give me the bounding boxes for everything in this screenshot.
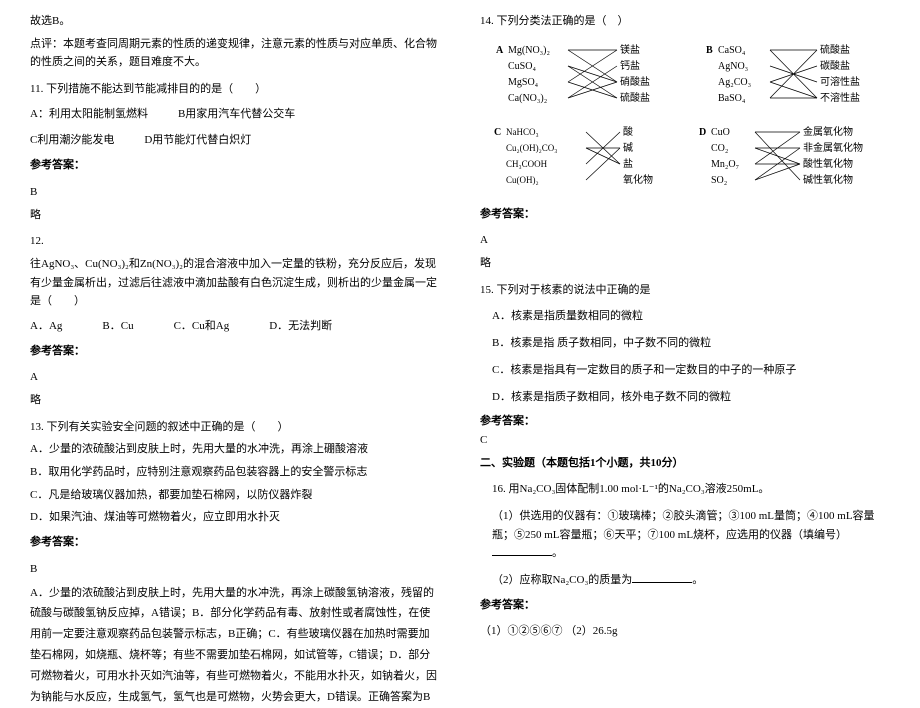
q16-p2-post: 。 bbox=[692, 574, 703, 586]
svg-text:BaSO₄: BaSO₄ bbox=[718, 93, 746, 104]
q12-answer-label: 参考答案： bbox=[30, 342, 440, 361]
svg-text:碱: 碱 bbox=[623, 142, 633, 154]
blank-field bbox=[632, 571, 692, 583]
svg-text:CaSO₄: CaSO₄ bbox=[718, 45, 746, 56]
svg-text:C: C bbox=[494, 127, 501, 138]
q14-note: 略 bbox=[480, 254, 890, 273]
svg-text:酸性氧化物: 酸性氧化物 bbox=[803, 157, 853, 170]
q11-stem: 11. 下列措施不能达到节能减排目的的是（ ） bbox=[30, 80, 440, 99]
svg-text:不溶性盐: 不溶性盐 bbox=[820, 91, 860, 104]
q15-opt-d: D．核素是指质子数相同，核外电子数不同的微粒 bbox=[480, 388, 890, 407]
conclusion-line: 故选B。 bbox=[30, 12, 440, 31]
svg-text:Mg(NO₃)₂: Mg(NO₃)₂ bbox=[508, 45, 550, 56]
q16-answer-label: 参考答案： bbox=[480, 596, 890, 615]
q15-answer: C bbox=[480, 431, 890, 450]
svg-text:Ca(NO₃)₂: Ca(NO₃)₂ bbox=[508, 93, 547, 104]
q16-p2: （2）应称取Na₂CO₃的质量为 。 bbox=[480, 571, 890, 590]
svg-text:D: D bbox=[699, 127, 706, 138]
q12-note: 略 bbox=[30, 391, 440, 410]
svg-text:碳酸盐: 碳酸盐 bbox=[820, 59, 850, 72]
svg-text:Cu₂(OH)₂CO₃: Cu₂(OH)₂CO₃ bbox=[506, 143, 557, 153]
q12-opt-b: B．Cu bbox=[102, 317, 133, 336]
q12-opt-a: A．Ag bbox=[30, 317, 62, 336]
svg-text:CO₂: CO₂ bbox=[711, 143, 728, 154]
svg-text:镁盐: 镁盐 bbox=[620, 43, 640, 56]
svg-text:CuO: CuO bbox=[711, 127, 730, 138]
q16-answer: （1）①②⑤⑥⑦ （2）26.5g bbox=[480, 622, 890, 641]
left-column: 故选B。 点评：本题考查同周期元素的性质的递变规律，注意元素的性质与对应单质、化… bbox=[0, 0, 460, 651]
diagram-a: A Mg(NO₃)₂ CuSO₄ MgSO₄ Ca(NO₃)₂ 镁盐 钙盐 硝酸… bbox=[490, 39, 670, 109]
svg-text:可溶性盐: 可溶性盐 bbox=[820, 75, 860, 88]
q14-stem: 14. 下列分类法正确的是（ ） bbox=[480, 12, 890, 31]
q12-stem: 往AgNO₃、Cu(NO₃)₂和Zn(NO₃)₂的混合溶液中加入一定量的铁粉，充… bbox=[30, 255, 440, 311]
q13-explanation: A．少量的浓硫酸沾到皮肤上时，先用大量的水冲洗，再涂上碳酸氢钠溶液，残留的硫酸与… bbox=[30, 583, 440, 708]
q16-p2-pre: （2）应称取Na₂CO₃的质量为 bbox=[492, 574, 632, 586]
q15-opt-c: C．核素是指具有一定数目的质子和一定数目的中子的一种原子 bbox=[480, 361, 890, 380]
review-line: 点评：本题考查同周期元素的性质的递变规律，注意元素的性质与对应单质、化合物的性质… bbox=[30, 35, 440, 72]
section-2-heading: 二、实验题（本题包括1个小题，共10分） bbox=[480, 454, 890, 473]
q12-opt-d: D．无法判断 bbox=[269, 317, 332, 336]
q13-answer: B bbox=[30, 560, 440, 579]
q11-opt-a: A：利用太阳能制氢燃料 bbox=[30, 105, 148, 124]
diagram-d: D CuO CO₂ Mn₂O₇ SO₂ 金属氧化物 非金属氧化物 酸性氧化物 碱… bbox=[693, 121, 883, 191]
q16-stem: 16. 用Na₂CO₃固体配制1.00 mol·L⁻¹的Na₂CO₃溶液250m… bbox=[480, 480, 890, 499]
svg-text:NaHCO₃: NaHCO₃ bbox=[506, 127, 539, 137]
blank-field bbox=[492, 544, 552, 556]
q16-p1: （1）供选用的仪器有：①玻璃棒；②胶头滴管；③100 mL量筒；④100 mL容… bbox=[480, 507, 890, 563]
q11-answer-label: 参考答案： bbox=[30, 156, 440, 175]
right-column: 14. 下列分类法正确的是（ ） A Mg(NO₃)₂ CuSO₄ MgSO₄ … bbox=[460, 0, 920, 651]
q11-opt-d: D用节能灯代替白炽灯 bbox=[144, 131, 251, 150]
q13-opt-b: B．取用化学药品时，应特别注意观察药品包装容器上的安全警示标志 bbox=[30, 463, 440, 482]
q13-stem: 13. 下列有关实验安全问题的叙述中正确的是（ ） bbox=[30, 418, 440, 437]
q11-note: 略 bbox=[30, 206, 440, 225]
svg-text:Ag₂CO₃: Ag₂CO₃ bbox=[718, 77, 751, 88]
svg-text:酸: 酸 bbox=[623, 125, 633, 138]
q15-answer-label: 参考答案： bbox=[480, 412, 890, 431]
svg-text:硫酸盐: 硫酸盐 bbox=[620, 91, 650, 104]
svg-text:B: B bbox=[706, 45, 713, 56]
q12-opt-c: C．Cu和Ag bbox=[174, 317, 230, 336]
svg-text:MgSO₄: MgSO₄ bbox=[508, 77, 539, 88]
q11-opt-b: B用家用汽车代替公交车 bbox=[178, 105, 295, 124]
q14-answer: A bbox=[480, 231, 890, 250]
q13-opt-a: A．少量的浓硫酸沾到皮肤上时，先用大量的水冲洗，再涂上硼酸溶液 bbox=[30, 440, 440, 459]
q15-opt-a: A．核素是指质量数相同的微粒 bbox=[480, 307, 890, 326]
svg-text:氧化物: 氧化物 bbox=[623, 173, 653, 186]
q14-answer-label: 参考答案： bbox=[480, 205, 890, 224]
diagram-c: C NaHCO₃ Cu₂(OH)₂CO₃ CH₃COOH Cu(OH)₂ 酸 碱… bbox=[488, 121, 668, 191]
svg-text:硝酸盐: 硝酸盐 bbox=[620, 75, 650, 88]
svg-text:非金属氧化物: 非金属氧化物 bbox=[803, 141, 863, 154]
svg-text:AgNO₃: AgNO₃ bbox=[718, 61, 748, 72]
q11-answer: B bbox=[30, 183, 440, 202]
q12-number: 12. bbox=[30, 232, 440, 251]
svg-text:金属氧化物: 金属氧化物 bbox=[803, 125, 853, 138]
svg-text:CuSO₄: CuSO₄ bbox=[508, 61, 536, 72]
svg-text:硫酸盐: 硫酸盐 bbox=[820, 43, 850, 56]
q13-answer-label: 参考答案： bbox=[30, 533, 440, 552]
q15-stem: 15. 下列对于核素的说法中正确的是 bbox=[480, 281, 890, 300]
svg-text:盐: 盐 bbox=[623, 157, 633, 170]
svg-text:A: A bbox=[496, 45, 504, 56]
svg-text:CH₃COOH: CH₃COOH bbox=[506, 159, 548, 169]
svg-text:SO₂: SO₂ bbox=[711, 175, 727, 186]
q11-opt-c: C利用潮汐能发电 bbox=[30, 131, 114, 150]
svg-text:钙盐: 钙盐 bbox=[620, 59, 640, 72]
q16-p1-text: （1）供选用的仪器有：①玻璃棒；②胶头滴管；③100 mL量筒；④100 mL容… bbox=[492, 510, 875, 541]
q13-opt-d: D．如果汽油、煤油等可燃物着火，应立即用水扑灭 bbox=[30, 508, 440, 527]
q15-opt-b: B．核素是指 质子数相同，中子数不同的微粒 bbox=[480, 334, 890, 353]
svg-text:Mn₂O₇: Mn₂O₇ bbox=[711, 159, 739, 170]
svg-text:Cu(OH)₂: Cu(OH)₂ bbox=[506, 175, 539, 185]
q13-opt-c: C．凡是给玻璃仪器加热，都要加垫石棉网，以防仪器炸裂 bbox=[30, 486, 440, 505]
svg-text:碱性氧化物: 碱性氧化物 bbox=[803, 173, 853, 186]
q12-answer: A bbox=[30, 368, 440, 387]
diagram-b: B CaSO₄ AgNO₃ Ag₂CO₃ BaSO₄ 硫酸盐 碳酸盐 可溶性盐 … bbox=[700, 39, 880, 109]
